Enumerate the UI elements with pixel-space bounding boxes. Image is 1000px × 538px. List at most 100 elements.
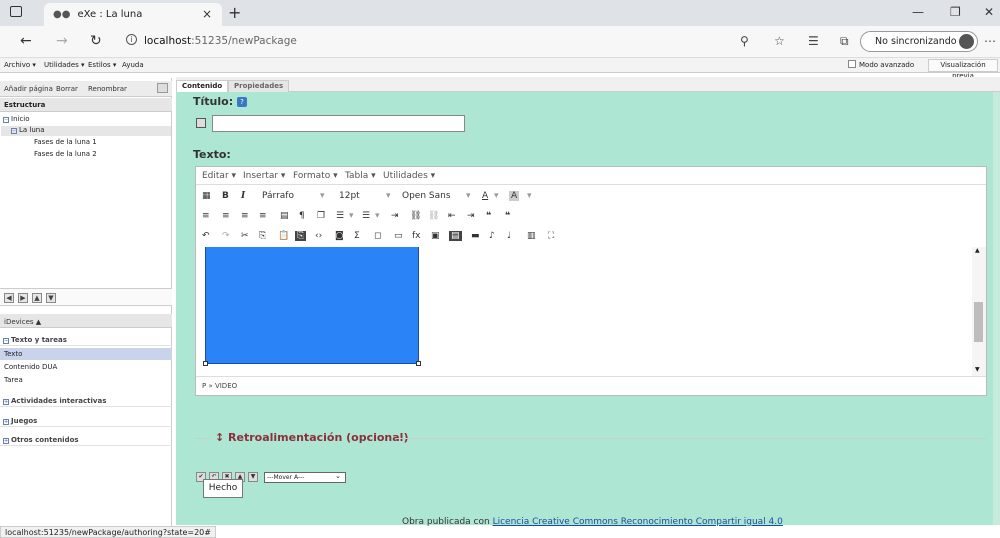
favorite-icon[interactable]: ☆	[774, 34, 785, 48]
indent-icon[interactable]: ⇥	[391, 211, 399, 221]
menu-estilos[interactable]: Estilos ▾	[88, 61, 116, 69]
editor-menu-tabla[interactable]: Tabla ▾	[345, 171, 376, 181]
editor-menu-insertar[interactable]: Insertar ▾	[243, 171, 285, 181]
titulo-input[interactable]	[212, 115, 465, 132]
table-icon[interactable]: ▦	[202, 191, 211, 201]
move-to-select[interactable]: ---Mover A--- ⌄	[264, 472, 346, 483]
video-embed[interactable]	[203, 247, 421, 366]
category-otros[interactable]: + Otros contenidos	[0, 434, 172, 446]
idevice-texto[interactable]: Texto	[0, 348, 172, 360]
category-actividades[interactable]: + Actividades interactivas	[0, 395, 172, 407]
comment-icon[interactable]: ◻	[374, 231, 381, 241]
license-link[interactable]: Licencia Creative Commons Reconocimiento…	[493, 517, 783, 527]
forward-icon[interactable]: →	[56, 33, 68, 49]
tab-propiedades[interactable]: Propiedades	[228, 80, 290, 92]
code-icon[interactable]: ‹›	[315, 231, 322, 241]
minimize-icon[interactable]: —	[912, 5, 924, 19]
editor-menu-utilidades[interactable]: Utilidades ▾	[383, 171, 435, 181]
modo-avanzado-checkbox[interactable]	[848, 60, 856, 68]
move-down-icon[interactable]: ▼	[248, 472, 258, 482]
editor-menu-editar[interactable]: Editar ▾	[202, 171, 236, 181]
cite-icon[interactable]: ❝	[505, 211, 510, 221]
scroll-thumb[interactable]	[974, 302, 983, 342]
bullet-list-icon[interactable]: ☰	[336, 211, 344, 221]
move-right-icon[interactable]: ▶	[18, 293, 28, 303]
paragraph-chevron-icon[interactable]: ▾	[320, 191, 325, 201]
reload-icon[interactable]: ↻	[90, 33, 102, 49]
zoom-icon[interactable]: ⚲	[740, 34, 749, 48]
main-scrollbar[interactable]	[993, 92, 1000, 525]
close-window-icon[interactable]: ✕	[984, 5, 994, 19]
editor-scrollbar[interactable]: ▲ ▼	[972, 247, 986, 376]
cut-icon[interactable]: ✂	[241, 231, 249, 241]
text-color-chevron-icon[interactable]: ▾	[494, 191, 499, 201]
rename-button[interactable]: Renombrar	[88, 85, 127, 93]
menu-utilidades[interactable]: Utilidades ▾	[44, 61, 85, 69]
paste-icon[interactable]: 📋	[278, 231, 289, 241]
favorites-list-icon[interactable]: ☰	[808, 34, 819, 48]
outdent-icon[interactable]: ⇤	[448, 211, 456, 221]
info-icon[interactable]: i	[126, 34, 137, 45]
tree-item-fases-2[interactable]: Fases de la luna 2	[34, 150, 97, 160]
fullscreen-icon[interactable]: ⛶	[548, 231, 554, 241]
add-page-button[interactable]: Añadir página	[4, 85, 53, 93]
formula-icon[interactable]: fx	[412, 231, 421, 241]
align-right-icon[interactable]: ≡	[241, 211, 249, 221]
scroll-down-icon[interactable]: ▼	[975, 366, 980, 373]
italic-icon[interactable]: I	[241, 191, 245, 201]
quote-box-icon[interactable]: ❐	[317, 211, 325, 221]
align-left-icon[interactable]: ≡	[202, 211, 210, 221]
sigma-icon[interactable]: Σ	[354, 231, 360, 241]
paste-text-icon[interactable]: ⎘	[295, 231, 307, 241]
close-tab-icon[interactable]: ×	[202, 7, 212, 21]
font-size-select[interactable]: 12pt	[339, 191, 360, 201]
idevice-tarea[interactable]: Tarea	[0, 374, 172, 386]
more-icon[interactable]: ⋯	[984, 34, 996, 48]
move-up-icon[interactable]: ▲	[32, 293, 42, 303]
sidebar-options-icon[interactable]	[157, 83, 168, 93]
menu-archivo[interactable]: Archivo ▾	[4, 61, 36, 69]
feedback-toggle[interactable]: ↕ Retroalimentación (opcional)	[215, 431, 408, 444]
bullet-list-chevron-icon[interactable]: ▾	[349, 211, 354, 221]
browser-tab[interactable]: ●● eXe : La luna ×	[44, 3, 222, 26]
tab-actions-icon[interactable]	[10, 6, 22, 17]
back-icon[interactable]: ←	[20, 33, 32, 49]
idevice-contenido-dua[interactable]: Contenido DUA	[0, 361, 172, 373]
delete-button[interactable]: Borrar	[56, 85, 78, 93]
modo-avanzado-toggle[interactable]: Modo avanzado	[848, 60, 914, 69]
move-down-icon[interactable]: ▼	[46, 293, 56, 303]
justify-icon[interactable]: ≡	[259, 211, 267, 221]
numbered-list-icon[interactable]: ☰	[362, 211, 370, 221]
new-tab-icon[interactable]: +	[228, 3, 241, 22]
font-family-select[interactable]: Open Sans	[402, 191, 451, 201]
highlight-chevron-icon[interactable]: ▾	[527, 191, 532, 201]
edit-title-icon[interactable]	[196, 118, 206, 128]
sync-button[interactable]: No sincronizando	[860, 31, 978, 52]
idevices-heading[interactable]: iDevices ▲	[0, 314, 172, 328]
category-juegos[interactable]: + Juegos	[0, 415, 172, 427]
font-size-chevron-icon[interactable]: ▾	[386, 191, 391, 201]
copy-icon[interactable]: ⎘	[259, 231, 266, 241]
category-texto-tareas[interactable]: − Texto y tareas	[0, 334, 172, 346]
collapse-icon[interactable]: −	[3, 117, 9, 123]
collapse-icon[interactable]: −	[11, 128, 17, 134]
unlink-icon[interactable]: ⛓	[428, 211, 439, 221]
media-icon[interactable]: ◙	[335, 231, 344, 241]
highlight-color-icon[interactable]: A	[509, 191, 520, 201]
music-icon[interactable]: ♩	[507, 231, 511, 241]
tree-item-la-luna[interactable]: − La luna	[1, 126, 171, 136]
text-block-icon[interactable]: ▥	[527, 231, 536, 241]
resize-handle[interactable]	[416, 361, 421, 366]
help-icon[interactable]: ?	[237, 97, 247, 107]
paragraph-format-icon[interactable]: ¶	[299, 211, 305, 221]
image-icon[interactable]: ▣	[431, 231, 440, 241]
editor-content[interactable]	[196, 247, 972, 376]
move-left-icon[interactable]: ◀	[4, 293, 14, 303]
font-family-chevron-icon[interactable]: ▾	[466, 191, 471, 201]
link-icon[interactable]: ⛓	[410, 211, 421, 221]
indent-more-icon[interactable]: ⇥	[467, 211, 475, 221]
bold-icon[interactable]: B	[222, 191, 229, 201]
blockquote-icon[interactable]: ❝	[486, 211, 491, 221]
resize-handle[interactable]	[203, 361, 208, 366]
tree-item-inicio[interactable]: − Inicio	[3, 115, 30, 125]
